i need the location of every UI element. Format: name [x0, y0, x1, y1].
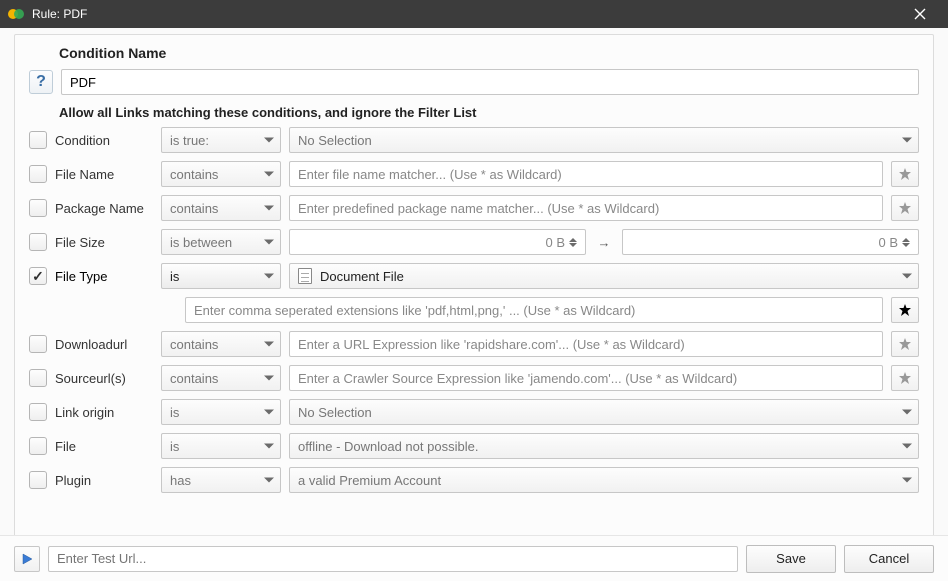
label-file: File	[55, 439, 153, 454]
form-panel: Condition Name ? Allow all Links matchin…	[14, 34, 934, 535]
row-link-origin: Link origin is No Selection	[29, 398, 919, 426]
test-play-button[interactable]	[14, 546, 40, 572]
spinner-icon[interactable]	[569, 238, 577, 247]
spinner-icon[interactable]	[902, 238, 910, 247]
op-file-type[interactable]: is	[161, 263, 281, 289]
op-package-name[interactable]: contains	[161, 195, 281, 221]
app-icon	[8, 6, 24, 22]
op-condition[interactable]: is true:	[161, 127, 281, 153]
window-title: Rule: PDF	[32, 7, 900, 21]
input-file-size-from[interactable]: 0 B	[289, 229, 586, 255]
bottom-bar: Save Cancel	[0, 535, 948, 581]
op-downloadurl[interactable]: contains	[161, 331, 281, 357]
label-file-type: File Type	[55, 269, 153, 284]
titlebar: Rule: PDF	[0, 0, 948, 28]
checkbox-plugin[interactable]	[29, 471, 47, 489]
checkbox-file-type[interactable]	[29, 267, 47, 285]
input-sourceurl[interactable]: Enter a Crawler Source Expression like '…	[289, 365, 883, 391]
input-file-type-ext[interactable]: Enter comma seperated extensions like 'p…	[185, 297, 883, 323]
conditions-subtitle: Allow all Links matching these condition…	[59, 105, 919, 120]
value-link-origin[interactable]: No Selection	[289, 399, 919, 425]
op-sourceurl[interactable]: contains	[161, 365, 281, 391]
wildcard-button-downloadurl[interactable]	[891, 331, 919, 357]
row-plugin: Plugin has a valid Premium Account	[29, 466, 919, 494]
label-package-name: Package Name	[55, 201, 153, 216]
wildcard-button-file-name[interactable]	[891, 161, 919, 187]
input-downloadurl[interactable]: Enter a URL Expression like 'rapidshare.…	[289, 331, 883, 357]
value-file[interactable]: offline - Download not possible.	[289, 433, 919, 459]
row-sourceurl: Sourceurl(s) contains Enter a Crawler So…	[29, 364, 919, 392]
label-file-name: File Name	[55, 167, 153, 182]
input-file-size-to[interactable]: 0 B	[622, 229, 919, 255]
wildcard-button-sourceurl[interactable]	[891, 365, 919, 391]
condition-name-row: ?	[29, 69, 919, 95]
label-link-origin: Link origin	[55, 405, 153, 420]
row-file-size: File Size is between 0 B → 0 B	[29, 228, 919, 256]
conditions-rows: Condition is true: No Selection File Nam…	[29, 126, 919, 494]
checkbox-link-origin[interactable]	[29, 403, 47, 421]
checkbox-file-name[interactable]	[29, 165, 47, 183]
input-file-name[interactable]: Enter file name matcher... (Use * as Wil…	[289, 161, 883, 187]
arrow-right-icon: →	[594, 235, 614, 250]
op-file-size[interactable]: is between	[161, 229, 281, 255]
row-file-type-ext: Enter comma seperated extensions like 'p…	[185, 296, 919, 324]
wildcard-button-package-name[interactable]	[891, 195, 919, 221]
checkbox-downloadurl[interactable]	[29, 335, 47, 353]
checkbox-file[interactable]	[29, 437, 47, 455]
condition-name-input[interactable]	[61, 69, 919, 95]
input-package-name[interactable]: Enter predefined package name matcher...…	[289, 195, 883, 221]
row-file-type: File Type is Document File	[29, 262, 919, 290]
help-icon[interactable]: ?	[29, 70, 53, 94]
value-plugin[interactable]: a valid Premium Account	[289, 467, 919, 493]
document-icon	[298, 268, 312, 284]
row-package-name: Package Name contains Enter predefined p…	[29, 194, 919, 222]
row-downloadurl: Downloadurl contains Enter a URL Express…	[29, 330, 919, 358]
row-file-name: File Name contains Enter file name match…	[29, 160, 919, 188]
label-condition: Condition	[55, 133, 153, 148]
checkbox-sourceurl[interactable]	[29, 369, 47, 387]
op-link-origin[interactable]: is	[161, 399, 281, 425]
cancel-button[interactable]: Cancel	[844, 545, 934, 573]
checkbox-condition[interactable]	[29, 131, 47, 149]
op-plugin[interactable]: has	[161, 467, 281, 493]
test-url-input[interactable]	[48, 546, 738, 572]
checkbox-package-name[interactable]	[29, 199, 47, 217]
value-file-type[interactable]: Document File	[289, 263, 919, 289]
label-downloadurl: Downloadurl	[55, 337, 153, 352]
wildcard-button-file-type-ext[interactable]	[891, 297, 919, 323]
label-sourceurl: Sourceurl(s)	[55, 371, 153, 386]
label-file-size: File Size	[55, 235, 153, 250]
op-file-name[interactable]: contains	[161, 161, 281, 187]
row-file: File is offline - Download not possible.	[29, 432, 919, 460]
op-file[interactable]: is	[161, 433, 281, 459]
checkbox-file-size[interactable]	[29, 233, 47, 251]
value-condition[interactable]: No Selection	[289, 127, 919, 153]
condition-name-heading: Condition Name	[59, 45, 919, 61]
close-button[interactable]	[900, 0, 940, 28]
save-button[interactable]: Save	[746, 545, 836, 573]
dialog-body: Condition Name ? Allow all Links matchin…	[0, 28, 948, 535]
label-plugin: Plugin	[55, 473, 153, 488]
row-condition: Condition is true: No Selection	[29, 126, 919, 154]
